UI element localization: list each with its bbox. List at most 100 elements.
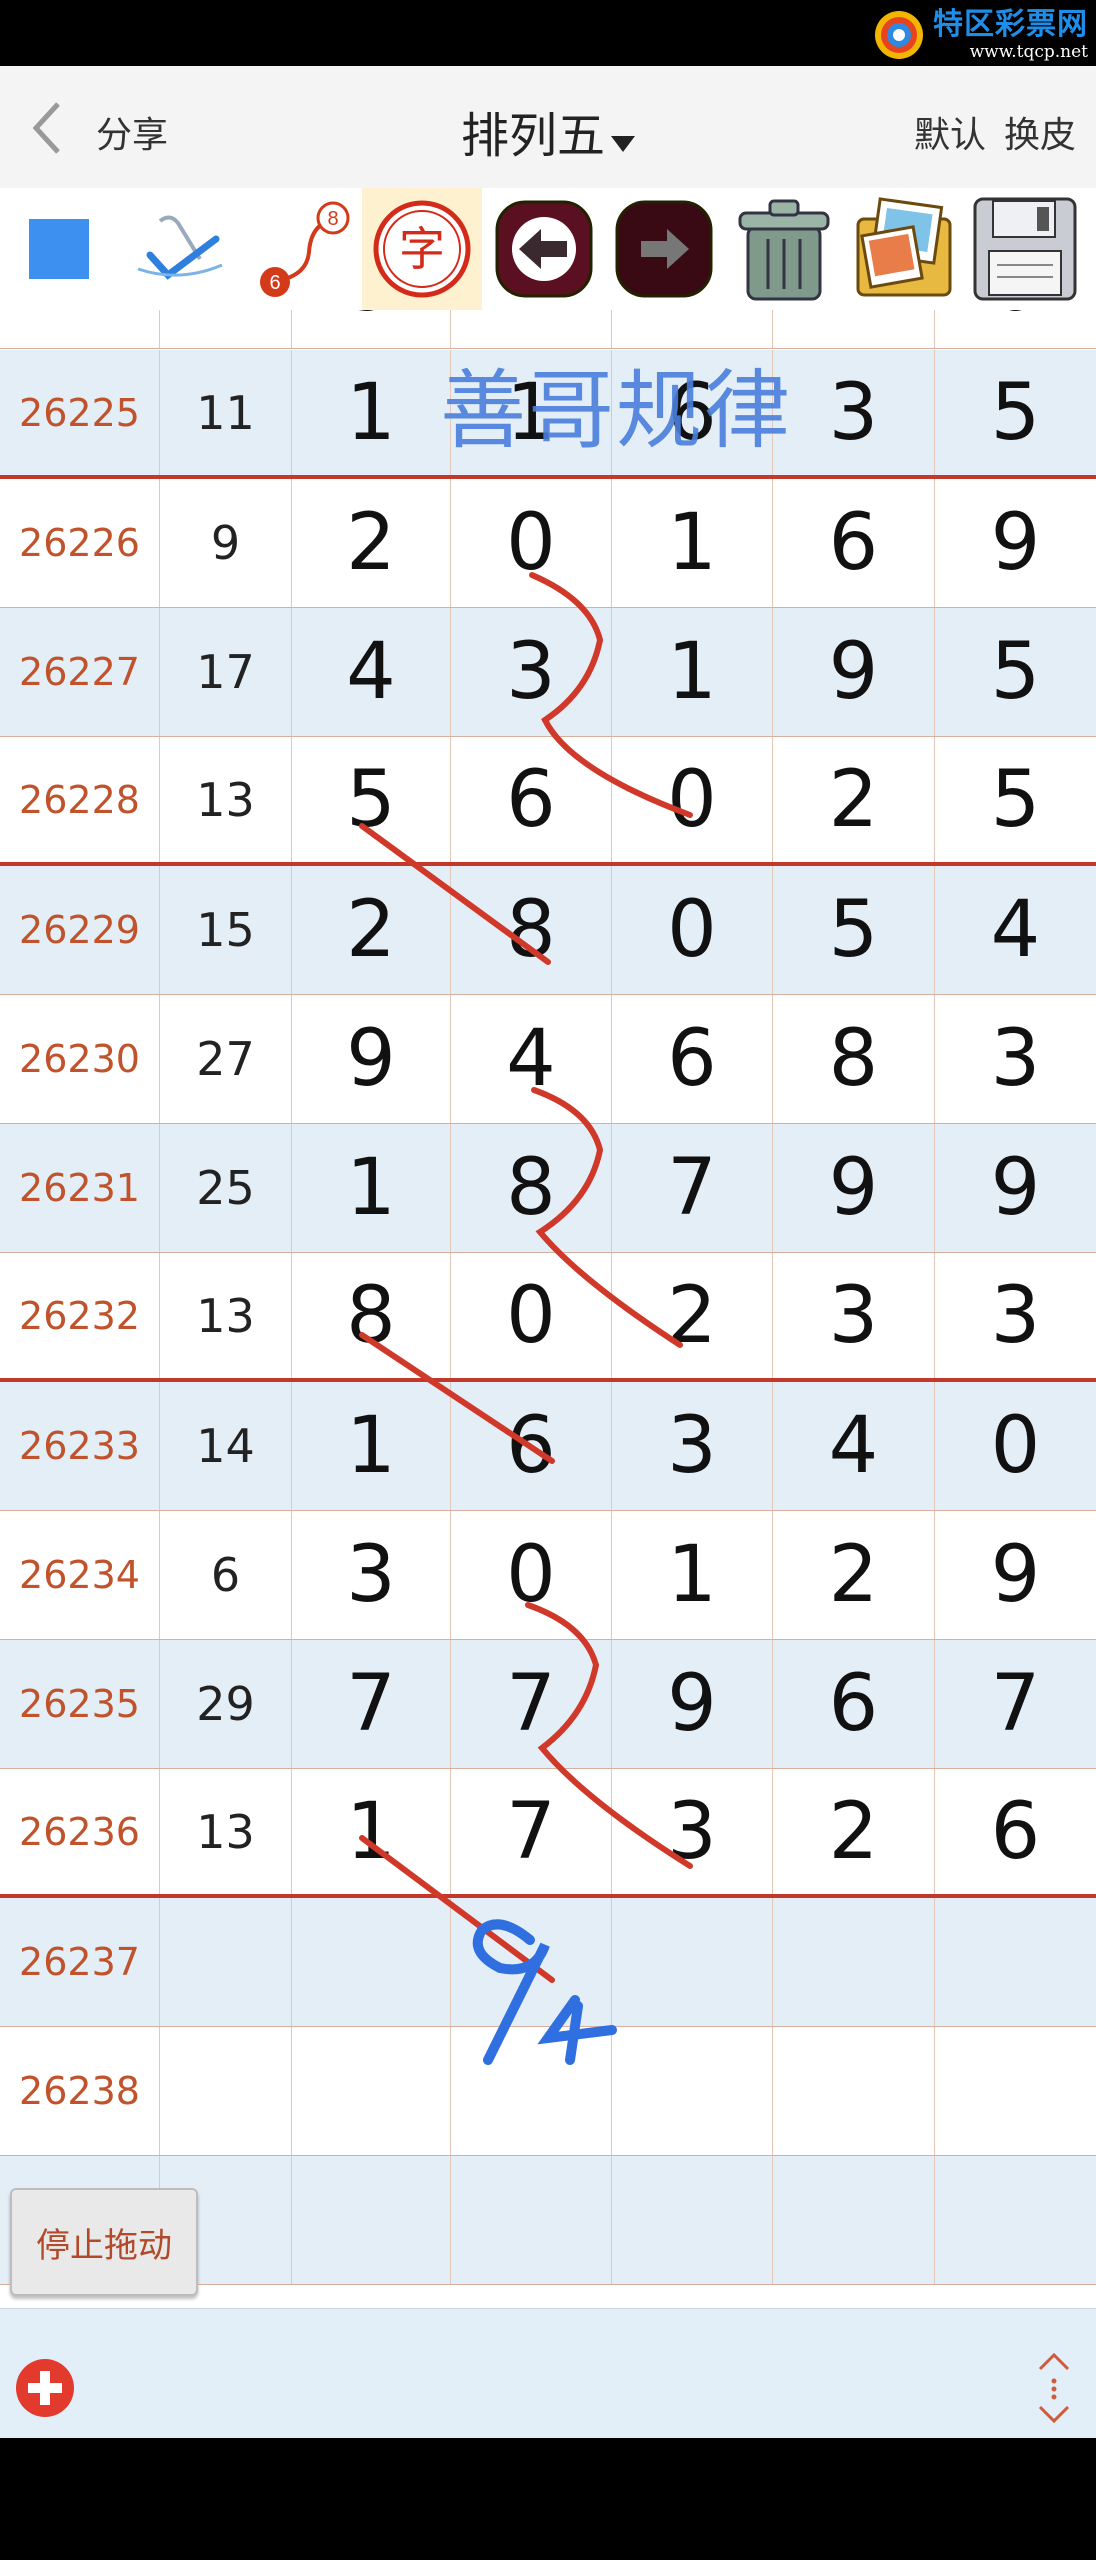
album-button[interactable] (846, 188, 962, 310)
digit-cell[interactable]: 3 (292, 1511, 451, 1639)
digit-cell[interactable]: 1 (292, 350, 451, 475)
digit-cell[interactable]: 1 (612, 1511, 773, 1639)
digit-cell[interactable] (773, 2156, 935, 2284)
digit-cell[interactable]: 0 (612, 866, 773, 994)
digit-cell[interactable] (292, 2156, 451, 2284)
digit-cell[interactable]: 8 (292, 1253, 451, 1378)
table-row[interactable]: 26232 13 8 0 2 3 3 (0, 1253, 1096, 1382)
digit-cell[interactable]: 7 (451, 1640, 612, 1768)
table-row[interactable]: 26227 17 4 3 1 9 5 (0, 608, 1096, 737)
table-row[interactable]: 26233 14 1 6 3 4 0 (0, 1382, 1096, 1511)
table-row[interactable]: 26238 (0, 2027, 1096, 2156)
add-row-icon[interactable] (14, 2357, 76, 2419)
table-row[interactable]: 26236 13 1 7 3 2 6 (0, 1769, 1096, 1898)
digit-cell[interactable] (612, 2156, 773, 2284)
table-row[interactable]: 26231 25 1 8 7 9 9 (0, 1124, 1096, 1253)
table-row[interactable]: 26237 (0, 1898, 1096, 2027)
digit-cell[interactable]: 2 (773, 1511, 935, 1639)
digit-cell[interactable]: 2 (773, 1769, 935, 1894)
digit-cell[interactable]: 6 (773, 479, 935, 607)
digit-cell[interactable]: 2 (773, 737, 935, 862)
digit-cell[interactable]: 0 (935, 310, 1096, 348)
digit-cell[interactable]: 5 (935, 350, 1096, 475)
digit-cell[interactable]: 9 (935, 1511, 1096, 1639)
digit-cell[interactable]: 9 (935, 1124, 1096, 1252)
blue-square-tool[interactable] (0, 188, 118, 310)
digit-cell[interactable]: 7 (612, 1124, 773, 1252)
digit-cell[interactable] (451, 2027, 612, 2155)
digit-cell[interactable]: 3 (612, 1769, 773, 1894)
trash-button[interactable] (726, 188, 842, 310)
table-row[interactable]: 26228 13 5 6 0 2 5 (0, 737, 1096, 866)
digit-cell[interactable]: 0 (612, 737, 773, 862)
digit-cell[interactable] (935, 2156, 1096, 2284)
digit-cell[interactable]: 5 (935, 737, 1096, 862)
dropdown-triangle-icon[interactable] (611, 135, 635, 152)
default-button[interactable]: 默认 (914, 106, 986, 158)
digit-cell[interactable]: 6 (935, 1769, 1096, 1894)
digit-cell[interactable]: 4 (773, 1382, 935, 1510)
digit-cell[interactable] (451, 2156, 612, 2284)
digit-cell[interactable] (935, 2027, 1096, 2155)
digit-cell[interactable]: 6 (451, 737, 612, 862)
digit-cell[interactable]: 4 (292, 608, 451, 736)
table-row[interactable]: 26235 29 7 7 9 6 7 (0, 1640, 1096, 1769)
digit-cell[interactable]: 7 (935, 1640, 1096, 1768)
digit-cell[interactable]: 4 (773, 310, 935, 348)
digit-cell[interactable]: 9 (612, 1640, 773, 1768)
digit-cell[interactable]: 9 (773, 608, 935, 736)
digit-cell[interactable] (612, 1898, 773, 2026)
table-row[interactable]: 26230 27 9 4 6 8 3 (0, 995, 1096, 1124)
digit-cell[interactable]: 7 (451, 1769, 612, 1894)
digit-cell[interactable] (292, 1898, 451, 2026)
digit-cell[interactable]: 3 (773, 350, 935, 475)
digit-cell[interactable] (612, 2027, 773, 2155)
digit-cell[interactable]: 4 (935, 866, 1096, 994)
digit-cell[interactable]: 3 (935, 995, 1096, 1123)
table-row[interactable]: 26229 15 2 8 0 5 4 (0, 866, 1096, 995)
digit-cell[interactable]: 1 (612, 479, 773, 607)
change-skin-button[interactable]: 换皮 (1004, 106, 1076, 158)
digit-cell[interactable]: 0 (935, 1382, 1096, 1510)
digit-cell[interactable]: 3 (451, 608, 612, 736)
digit-cell[interactable]: 5 (292, 737, 451, 862)
digit-cell[interactable] (935, 1898, 1096, 2026)
page-title[interactable]: 排列五 (461, 108, 605, 164)
digit-cell[interactable]: 9 (773, 1124, 935, 1252)
table-row[interactable]: 26234 6 3 0 1 2 9 (0, 1511, 1096, 1640)
redo-button[interactable] (606, 188, 722, 310)
digit-cell[interactable]: 1 (292, 1769, 451, 1894)
digit-cell[interactable]: 3 (612, 1382, 773, 1510)
scroll-toggle-icon[interactable] (1032, 2349, 1076, 2427)
connect-line-tool[interactable]: 8 6 (244, 188, 358, 310)
digit-cell[interactable]: 8 (773, 995, 935, 1123)
digit-cell[interactable]: 2 (292, 479, 451, 607)
digit-cell[interactable]: 0 (451, 1511, 612, 1639)
stop-drag-button[interactable]: 停止拖动 (10, 2188, 198, 2296)
digit-cell[interactable]: 6 (451, 1382, 612, 1510)
digit-cell[interactable]: 1 (292, 1124, 451, 1252)
digit-cell[interactable] (451, 1898, 612, 2026)
digit-cell[interactable]: 3 (773, 1253, 935, 1378)
digit-cell[interactable]: 8 (451, 866, 612, 994)
digit-cell[interactable]: 9 (292, 310, 451, 348)
digit-cell[interactable]: 6 (773, 1640, 935, 1768)
pen-check-tool[interactable] (122, 188, 238, 310)
digit-cell[interactable] (773, 2027, 935, 2155)
digit-cell[interactable]: 5 (773, 866, 935, 994)
digit-cell[interactable]: 7 (292, 1640, 451, 1768)
undo-button[interactable] (486, 188, 602, 310)
digit-cell[interactable]: 6 (612, 995, 773, 1123)
text-tool[interactable]: 字 (362, 188, 482, 310)
digit-cell[interactable]: 1 (292, 1382, 451, 1510)
digit-cell[interactable]: 2 (292, 866, 451, 994)
digit-cell[interactable]: 0 (451, 1253, 612, 1378)
digit-cell[interactable]: 9 (292, 995, 451, 1123)
digit-cell[interactable]: 1 (612, 608, 773, 736)
digit-cell[interactable]: 5 (935, 608, 1096, 736)
lottery-grid[interactable]: 2622416912402622511116352622692016926227… (0, 310, 1096, 2308)
digit-cell[interactable] (773, 1898, 935, 2026)
table-row[interactable]: 26226 9 2 0 1 6 9 (0, 479, 1096, 608)
digit-cell[interactable]: 9 (935, 479, 1096, 607)
digit-cell[interactable]: 3 (935, 1253, 1096, 1378)
